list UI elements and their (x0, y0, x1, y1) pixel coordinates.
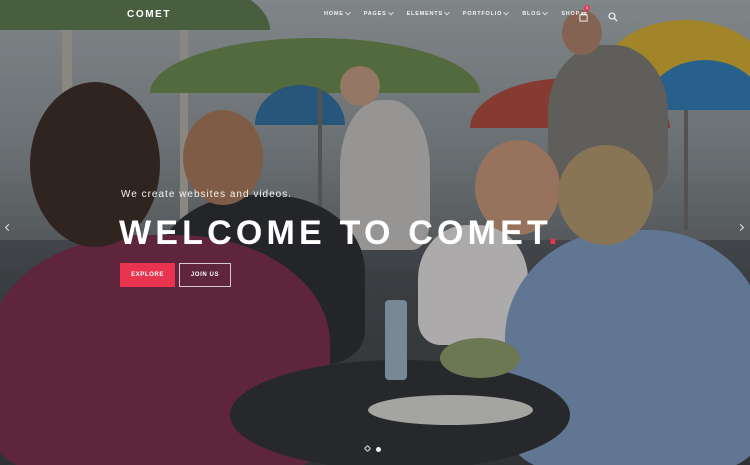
nav-item-portfolio[interactable]: PORTFOLIO (462, 9, 510, 17)
chevron-right-icon (736, 223, 745, 232)
join-us-button[interactable]: JOIN US (179, 263, 231, 287)
nav-item-elements[interactable]: ELEMENTS (406, 9, 450, 17)
cart-button[interactable]: 0 (579, 5, 590, 22)
nav-item-home[interactable]: HOME (324, 9, 351, 17)
hero-title-dot: . (548, 214, 562, 252)
nav-item-blog[interactable]: BLOG (522, 9, 549, 17)
chevron-left-icon (4, 223, 13, 232)
explore-button[interactable]: EXPLORE (120, 263, 175, 287)
search-button[interactable] (608, 9, 618, 22)
nav-item-label: HOME (324, 11, 344, 17)
cart-count-badge: 0 (584, 5, 590, 11)
slider-next-button[interactable] (735, 222, 747, 234)
search-icon (608, 12, 618, 22)
chevron-down-icon (542, 9, 549, 16)
chevron-down-icon (503, 9, 510, 16)
slider-dot-2-active[interactable] (376, 446, 381, 452)
slider-pagination (363, 444, 381, 453)
hero-title: WELCOME TO COMET. (119, 213, 562, 253)
chevron-down-icon (344, 9, 351, 16)
hero-title-text: WELCOME TO COMET (119, 214, 549, 252)
nav-item-label: BLOG (522, 11, 542, 17)
site-logo[interactable]: COMET (127, 9, 171, 20)
nav-item-pages[interactable]: PAGES (363, 9, 394, 17)
hero-tagline: We create websites and videos. (121, 189, 293, 200)
shopping-bag-icon (579, 11, 588, 22)
slider-dot-1[interactable] (363, 444, 372, 453)
nav-item-label: SHOP (561, 11, 581, 17)
chevron-down-icon (444, 9, 450, 16)
nav-item-label: ELEMENTS (406, 11, 443, 17)
nav-item-label: PAGES (363, 11, 387, 17)
header: COMET HOME PAGES ELEMENTS PORTFOLIO BLOG… (0, 0, 750, 30)
slider-prev-button[interactable] (3, 222, 15, 234)
chevron-down-icon (387, 9, 394, 16)
main-nav: HOME PAGES ELEMENTS PORTFOLIO BLOG SHOP (324, 9, 587, 17)
nav-item-label: PORTFOLIO (462, 11, 503, 17)
